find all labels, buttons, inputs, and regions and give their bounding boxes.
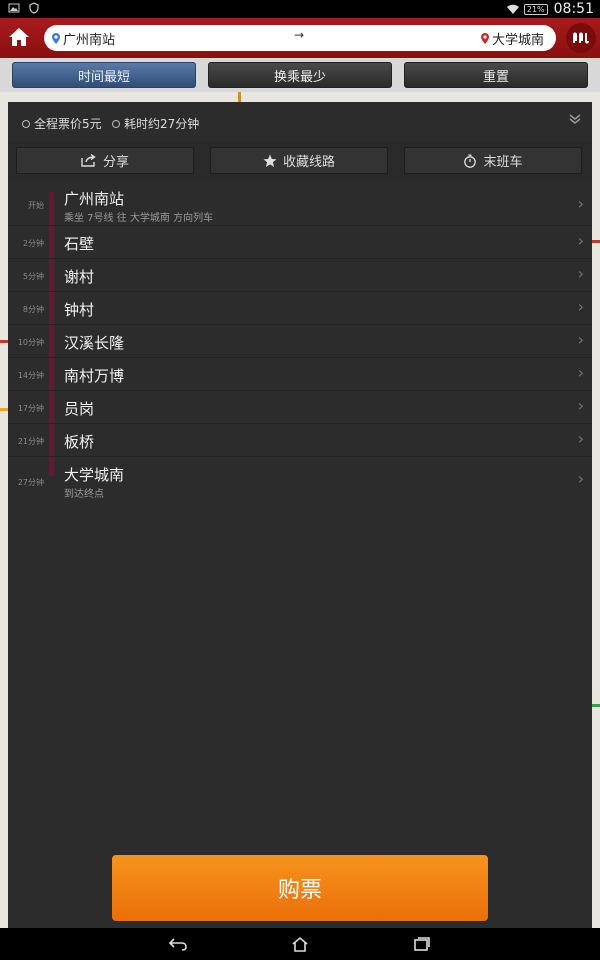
chevron-right-icon: › — [577, 363, 584, 382]
station-name: 钟村 — [64, 301, 95, 319]
route-input[interactable]: 广州南站 → 大学城南 — [44, 25, 556, 51]
buy-ticket-button[interactable]: 购票 — [112, 855, 488, 921]
station-row-7[interactable]: 17分钟 员岗 › — [8, 391, 592, 424]
station-row-8[interactable]: 21分钟 板桥 › — [8, 424, 592, 457]
station-name: 板桥 — [64, 433, 95, 451]
station-name: 汉溪长隆 — [64, 334, 125, 352]
chevron-right-icon: › — [577, 297, 584, 316]
chevron-right-icon: › — [577, 429, 584, 448]
status-bar: 21% 08:51 — [0, 0, 600, 18]
fare-icon — [22, 119, 30, 128]
recents-button[interactable] — [412, 934, 432, 954]
tab-fewest-transfers[interactable]: 换乘最少 — [208, 62, 392, 88]
station-row-9[interactable]: 27分钟 大学城南 到达终点 › — [8, 457, 592, 501]
route-type-tabs: 时间最短 换乘最少 重置 — [0, 58, 600, 92]
station-row-5[interactable]: 10分钟 汉溪长隆 › — [8, 325, 592, 358]
station-name: 南村万博 — [64, 367, 125, 385]
clock-icon — [112, 119, 120, 128]
action-bar: 分享 收藏线路 末班车 — [8, 142, 592, 180]
station-name: 广州南站 — [64, 190, 125, 208]
last-train-label: 末班车 — [483, 155, 523, 170]
home-button[interactable] — [4, 22, 34, 52]
screen: 21% 08:51 广州南站 → 大学城南 时间最短 换乘最少 重置 全程票价5… — [0, 0, 600, 960]
route-summary: 全程票价5元 耗时约27分钟 — [8, 102, 592, 142]
back-button[interactable] — [168, 934, 188, 954]
map-line — [238, 92, 241, 102]
favorite-label: 收藏线路 — [282, 155, 335, 170]
map-line — [0, 408, 8, 411]
station-name: 大学城南 — [64, 466, 125, 484]
share-button[interactable]: 分享 — [16, 147, 194, 174]
system-nav-bar — [0, 928, 600, 960]
station-row-2[interactable]: 2分钟 石壁 › — [8, 226, 592, 259]
station-time: 10分钟 — [17, 338, 44, 347]
station-row-3[interactable]: 5分钟 谢村 › — [8, 259, 592, 292]
station-time: 14分钟 — [17, 371, 44, 380]
collapse-button[interactable] — [568, 112, 582, 129]
station-time: 2分钟 — [22, 239, 44, 248]
duration-info: 耗时约27分钟 — [112, 115, 199, 132]
chevron-right-icon: › — [577, 396, 584, 415]
chevron-right-icon: › — [577, 469, 584, 488]
battery-indicator: 21% — [523, 3, 548, 15]
home-outline-icon — [292, 936, 308, 952]
last-train-button[interactable]: 末班车 — [404, 147, 582, 174]
origin-pin-icon — [52, 33, 60, 44]
tab-shortest-time[interactable]: 时间最短 — [12, 62, 196, 88]
station-instruction: 乘坐 7号线 往 大学城南 方向列车 — [64, 213, 214, 224]
stopwatch-icon — [464, 154, 477, 168]
swap-icon — [573, 32, 589, 44]
destination-field[interactable]: 大学城南 — [480, 29, 544, 48]
clock: 08:51 — [553, 1, 594, 17]
map-line — [592, 240, 600, 243]
station-time: 27分钟 — [17, 478, 44, 487]
favorite-route-button[interactable]: 收藏线路 — [210, 147, 388, 174]
share-label: 分享 — [102, 155, 129, 170]
shield-icon — [28, 2, 40, 14]
station-name: 石壁 — [64, 235, 95, 253]
station-time: 8分钟 — [22, 305, 44, 314]
chevron-right-icon: › — [577, 231, 584, 250]
station-time: 开始 — [28, 201, 44, 210]
station-time: 5分钟 — [22, 272, 44, 281]
fare-text: 全程票价5元 — [34, 117, 102, 131]
duration-text: 耗时约27分钟 — [124, 117, 200, 131]
double-chevron-down-icon — [569, 114, 581, 124]
chevron-right-icon: › — [577, 264, 584, 283]
station-time: 17分钟 — [17, 404, 44, 413]
station-instruction: 到达终点 — [64, 489, 104, 500]
station-name: 员岗 — [64, 400, 95, 418]
station-list: 开始 广州南站 乘坐 7号线 往 大学城南 方向列车 › 2分钟 石壁 › 5分… — [8, 182, 592, 502]
station-time: 21分钟 — [17, 437, 44, 446]
fare-info: 全程票价5元 — [22, 115, 102, 132]
station-name: 谢村 — [64, 268, 95, 286]
recents-icon — [414, 937, 430, 951]
route-detail-panel: 全程票价5元 耗时约27分钟 分享 收藏线路 末班车 开始 广州南站 乘坐 7号… — [8, 102, 592, 928]
swap-route-button[interactable] — [566, 23, 596, 53]
station-row-4[interactable]: 8分钟 钟村 › — [8, 292, 592, 325]
route-arrow: → — [294, 28, 305, 42]
gallery-icon — [8, 2, 20, 14]
destination-pin-icon — [480, 33, 489, 44]
home-icon — [9, 28, 29, 46]
map-line — [0, 340, 8, 343]
origin-label: 广州南站 — [63, 33, 116, 48]
wifi-icon — [506, 3, 519, 15]
destination-label: 大学城南 — [491, 33, 544, 48]
home-nav-button[interactable] — [290, 934, 310, 954]
chevron-right-icon: › — [577, 330, 584, 349]
share-icon — [81, 154, 96, 167]
star-icon — [263, 154, 277, 167]
station-row-6[interactable]: 14分钟 南村万博 › — [8, 358, 592, 391]
tab-reset[interactable]: 重置 — [404, 62, 588, 88]
map-line — [592, 704, 600, 707]
origin-field[interactable]: 广州南站 — [52, 29, 115, 48]
header: 广州南站 → 大学城南 — [0, 18, 600, 58]
station-row-1[interactable]: 开始 广州南站 乘坐 7号线 往 大学城南 方向列车 › — [8, 182, 592, 226]
chevron-right-icon: › — [577, 194, 584, 213]
back-icon — [168, 938, 187, 951]
